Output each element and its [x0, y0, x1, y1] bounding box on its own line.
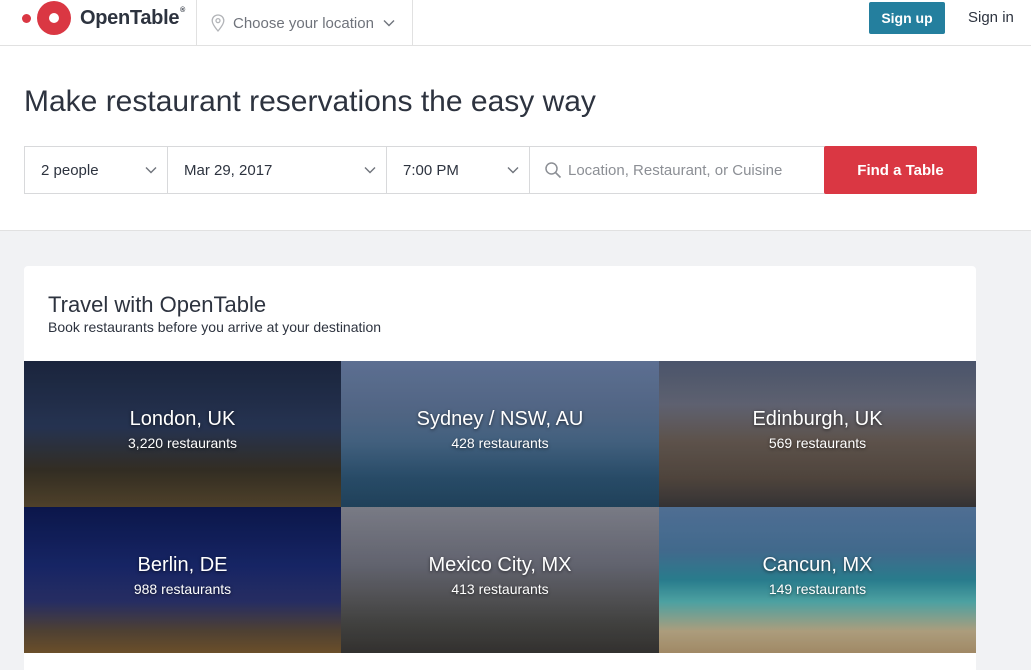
top-nav: OpenTable® Choose your location Sign up … [0, 0, 1031, 46]
location-pin-icon [211, 14, 225, 32]
location-label: Choose your location [233, 14, 374, 32]
date-value: Mar 29, 2017 [184, 161, 273, 179]
party-size-value: 2 people [41, 161, 99, 179]
city-tile-mexico-city[interactable]: Mexico City, MX 413 restaurants [341, 507, 659, 653]
search-input[interactable] [568, 161, 818, 179]
city-name: Mexico City, MX [428, 554, 572, 576]
chevron-down-icon [145, 167, 157, 174]
time-value: 7:00 PM [403, 161, 459, 179]
city-tile-edinburgh[interactable]: Edinburgh, UK 569 restaurants [659, 361, 976, 507]
reservation-search-bar: 2 people Mar 29, 2017 7:00 PM Find a Tab… [24, 146, 977, 194]
chevron-down-icon [383, 20, 395, 27]
chevron-down-icon [507, 167, 519, 174]
opentable-logo[interactable]: OpenTable® [22, 0, 185, 36]
date-select[interactable]: Mar 29, 2017 [168, 147, 387, 193]
travel-title: Travel with OpenTable [48, 292, 267, 317]
signup-button[interactable]: Sign up [869, 2, 945, 34]
time-select[interactable]: 7:00 PM [387, 147, 530, 193]
tile-shade [341, 361, 659, 507]
city-tile-london[interactable]: London, UK 3,220 restaurants [24, 361, 341, 507]
city-name: Cancun, MX [762, 554, 873, 576]
city-name: Berlin, DE [137, 554, 228, 576]
city-grid: London, UK 3,220 restaurants Sydney / NS… [24, 361, 976, 653]
location-picker[interactable]: Choose your location [196, 0, 413, 46]
tile-shade [659, 361, 976, 507]
restaurant-count: 149 restaurants [768, 581, 867, 597]
travel-section: Travel with OpenTable Book restaurants b… [24, 266, 976, 670]
party-size-select[interactable]: 2 people [25, 147, 168, 193]
restaurant-count: 988 restaurants [133, 581, 232, 597]
tile-shade [659, 507, 976, 653]
tile-shade [341, 507, 659, 653]
travel-subtitle: Book restaurants before you arrive at yo… [48, 319, 382, 335]
restaurant-count: 413 restaurants [451, 581, 549, 597]
city-tile-berlin[interactable]: Berlin, DE 988 restaurants [24, 507, 341, 653]
city-tile-sydney[interactable]: Sydney / NSW, AU 428 restaurants [341, 361, 659, 507]
logo-dot-icon [22, 13, 31, 23]
chevron-down-icon [364, 167, 376, 174]
logo-text: OpenTable® [80, 6, 186, 29]
city-name: London, UK [129, 408, 236, 430]
tile-shade [24, 507, 341, 653]
city-name: Edinburgh, UK [752, 408, 883, 430]
find-table-button[interactable]: Find a Table [824, 146, 977, 194]
search-icon [545, 162, 562, 179]
restaurant-count: 569 restaurants [768, 435, 867, 451]
city-tile-cancun[interactable]: Cancun, MX 149 restaurants [659, 507, 976, 653]
page-title: Make restaurant reservations the easy wa… [24, 85, 596, 118]
city-name: Sydney / NSW, AU [416, 408, 584, 430]
signin-link[interactable]: Sign in [968, 9, 1014, 26]
restaurant-count: 428 restaurants [451, 435, 549, 451]
restaurant-count: 3,220 restaurants [128, 435, 237, 451]
logo-ring-icon [37, 1, 71, 35]
tile-shade [24, 361, 341, 507]
search-hero: Make restaurant reservations the easy wa… [0, 46, 1031, 231]
